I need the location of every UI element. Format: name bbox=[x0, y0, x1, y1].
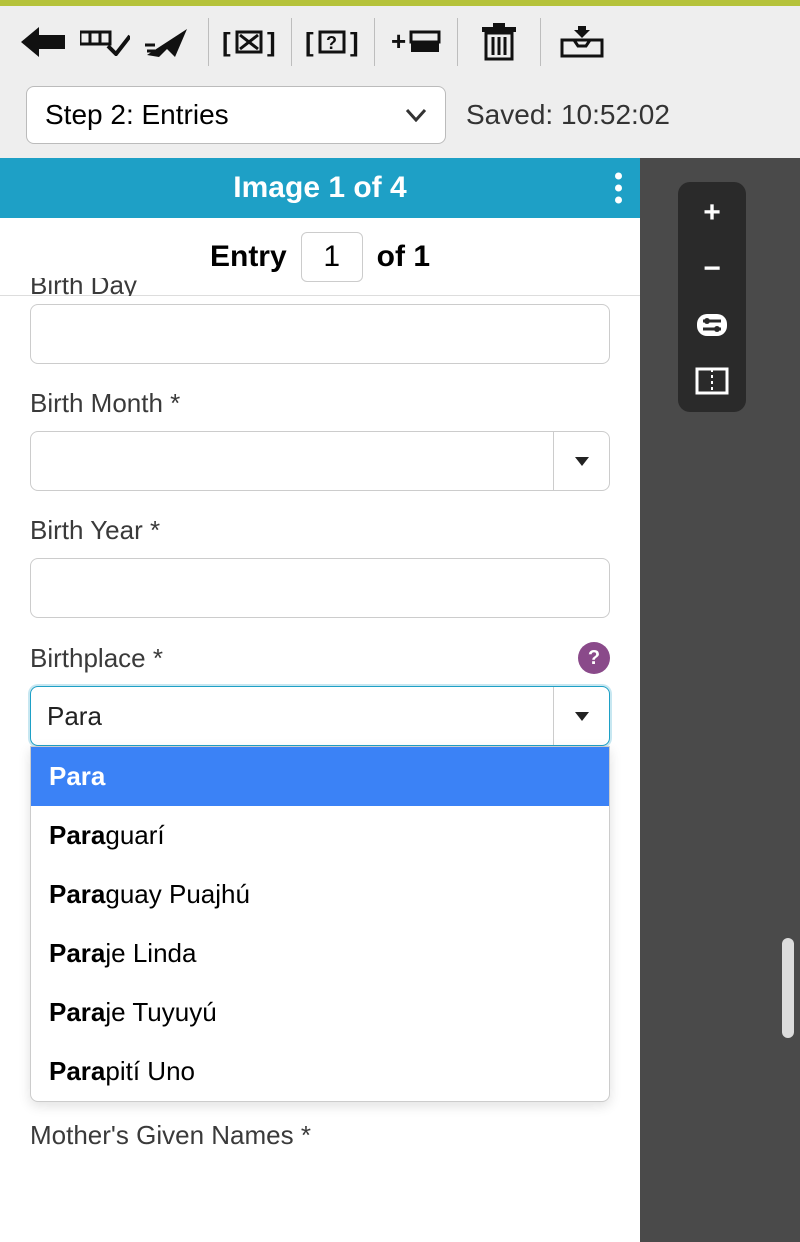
zoom-in-button[interactable]: + bbox=[692, 196, 732, 230]
birthplace-option[interactable]: Paraguay Puajhú bbox=[31, 865, 609, 924]
birth-month-select[interactable] bbox=[30, 431, 610, 491]
zoom-out-button[interactable]: − bbox=[692, 252, 732, 286]
birthplace-combobox[interactable]: Para bbox=[30, 686, 610, 746]
birth-month-value bbox=[31, 432, 553, 490]
birth-day-input[interactable] bbox=[30, 304, 610, 364]
birth-year-field: Birth Year * bbox=[30, 515, 610, 618]
step-select[interactable]: Step 2: Entries bbox=[26, 86, 446, 144]
toolbar-sep bbox=[457, 18, 458, 66]
viewer-controls: + − bbox=[678, 182, 746, 412]
main-area: Image 1 of 4 Entry 1 of 1 Birth Day Birt… bbox=[0, 158, 800, 1242]
birthplace-option[interactable]: Paraje Tuyuyú bbox=[31, 983, 609, 1042]
birth-month-caret[interactable] bbox=[553, 432, 609, 490]
birth-year-label: Birth Year * bbox=[30, 515, 610, 546]
viewer-scrollbar[interactable] bbox=[782, 938, 794, 1038]
birthplace-field: Birthplace * ? Para ParaParaguaríParagua… bbox=[30, 642, 610, 1102]
svg-text:?: ? bbox=[326, 33, 337, 53]
batch-ok-button[interactable] bbox=[74, 16, 136, 68]
svg-text:[: [ bbox=[305, 27, 314, 57]
toolbar: [] []? + bbox=[0, 6, 800, 78]
inbox-button[interactable] bbox=[551, 16, 613, 68]
split-view-button[interactable] bbox=[692, 364, 732, 398]
delete-button[interactable] bbox=[468, 16, 530, 68]
toolbar-sep bbox=[291, 18, 292, 66]
svg-text:]: ] bbox=[350, 27, 359, 57]
mark-blank-button[interactable]: [] bbox=[219, 16, 281, 68]
image-bar: Image 1 of 4 bbox=[0, 158, 640, 218]
birthplace-input[interactable]: Para bbox=[31, 687, 553, 745]
birthplace-option[interactable]: Para bbox=[31, 747, 609, 806]
form: Birth Day Birth Month * Birth Year * Bir… bbox=[0, 278, 640, 1151]
toolbar-sep bbox=[374, 18, 375, 66]
mark-unreadable-button[interactable]: []? bbox=[302, 16, 364, 68]
entry-prefix: Entry bbox=[210, 240, 287, 274]
step-row: Step 2: Entries Saved: 10:52:02 bbox=[0, 78, 800, 158]
birth-day-label: Birth Day bbox=[30, 278, 610, 296]
send-button[interactable] bbox=[136, 16, 198, 68]
svg-text:[: [ bbox=[222, 27, 231, 57]
help-icon[interactable]: ? bbox=[578, 642, 610, 674]
chevron-down-icon bbox=[405, 108, 427, 122]
image-viewer[interactable]: + − bbox=[640, 158, 800, 1242]
birthplace-option[interactable]: Paraguarí bbox=[31, 806, 609, 865]
birth-year-input[interactable] bbox=[30, 558, 610, 618]
birthplace-label: Birthplace * bbox=[30, 643, 163, 674]
birth-month-field: Birth Month * bbox=[30, 388, 610, 491]
image-menu-button[interactable] bbox=[615, 173, 622, 204]
form-panel: Image 1 of 4 Entry 1 of 1 Birth Day Birt… bbox=[0, 158, 640, 1242]
saved-status: Saved: 10:52:02 bbox=[466, 99, 670, 131]
birthplace-caret[interactable] bbox=[553, 687, 609, 745]
birthplace-dropdown: ParaParaguaríParaguay PuajhúParaje Linda… bbox=[30, 746, 610, 1102]
mothers-given-label: Mother's Given Names * bbox=[30, 1120, 610, 1151]
toolbar-sep bbox=[540, 18, 541, 66]
birth-month-label: Birth Month * bbox=[30, 388, 610, 419]
adjust-button[interactable] bbox=[692, 308, 732, 342]
step-select-label: Step 2: Entries bbox=[45, 99, 229, 131]
svg-text:+: + bbox=[391, 26, 406, 56]
back-button[interactable] bbox=[12, 16, 74, 68]
entry-suffix: of 1 bbox=[377, 240, 430, 274]
birthplace-option[interactable]: Parapití Uno bbox=[31, 1042, 609, 1101]
add-entry-button[interactable]: + bbox=[385, 16, 447, 68]
image-bar-label: Image 1 of 4 bbox=[233, 171, 406, 205]
svg-text:]: ] bbox=[267, 27, 276, 57]
entry-number-input[interactable]: 1 bbox=[301, 232, 363, 282]
toolbar-sep bbox=[208, 18, 209, 66]
birthplace-option[interactable]: Paraje Linda bbox=[31, 924, 609, 983]
